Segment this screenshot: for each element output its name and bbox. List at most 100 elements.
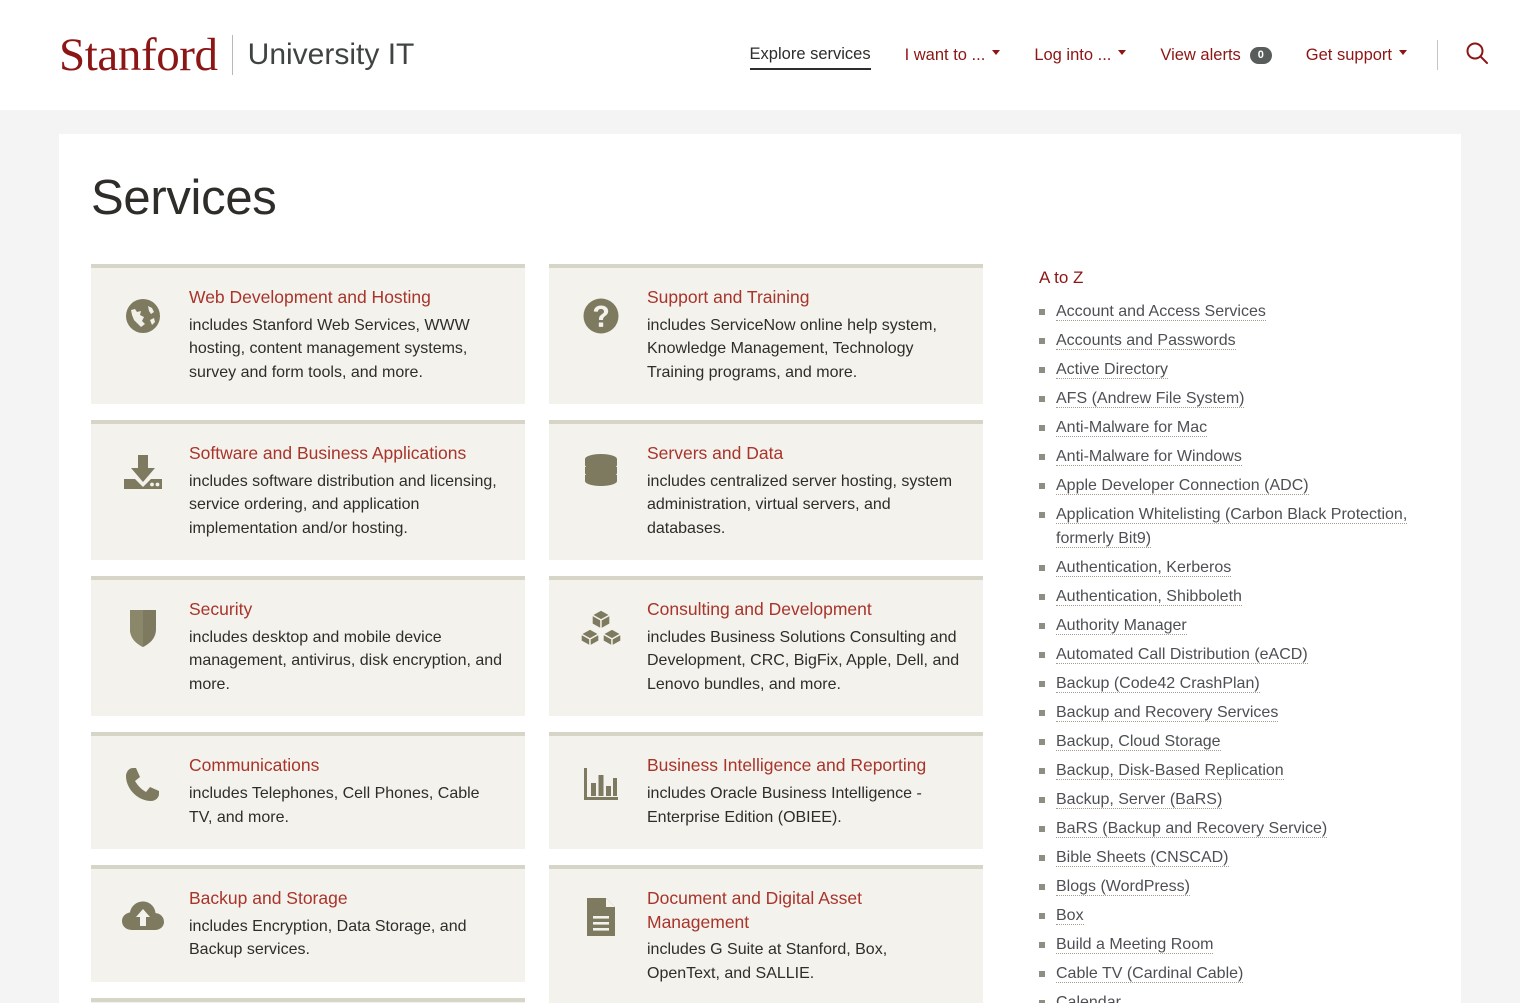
nav-item-i-want-to[interactable]: I want to ... (905, 42, 1001, 69)
service-card-document-and-digital-asset-management[interactable]: Document and Digital Asset Management in… (549, 865, 983, 1003)
page-title: Services (59, 172, 1461, 226)
a-to-z-link[interactable]: Backup, Disk-Based Replication (1056, 762, 1284, 780)
list-item: Application Whitelisting (Carbon Black P… (1039, 503, 1461, 551)
list-item: Backup, Server (BaRS) (1039, 788, 1461, 812)
service-card-title[interactable]: Document and Digital Asset Management (647, 887, 963, 934)
globe-icon (111, 286, 175, 338)
list-item: Active Directory (1039, 358, 1461, 382)
a-to-z-link[interactable]: AFS (Andrew File System) (1056, 390, 1244, 408)
a-to-z-link[interactable]: Active Directory (1056, 361, 1168, 379)
a-to-z-link[interactable]: Anti-Malware for Mac (1056, 419, 1207, 437)
cloud-upload-icon (111, 887, 175, 939)
service-card-business-intelligence-and-reporting[interactable]: Business Intelligence and Reporting incl… (549, 732, 983, 849)
question-circle-icon (569, 286, 633, 338)
list-item: Apple Developer Connection (ADC) (1039, 474, 1461, 498)
a-to-z-link[interactable]: Backup and Recovery Services (1056, 704, 1278, 722)
service-card-title[interactable]: Consulting and Development (647, 598, 963, 622)
a-to-z-link[interactable]: Authentication, Shibboleth (1056, 588, 1242, 606)
service-card-description: includes G Suite at Stanford, Box, OpenT… (647, 938, 963, 985)
service-card-description: includes Encryption, Data Storage, and B… (189, 915, 505, 962)
a-to-z-link[interactable]: Bible Sheets (CNSCAD) (1056, 849, 1229, 867)
list-item: Backup and Recovery Services (1039, 701, 1461, 725)
service-card-body: Business Intelligence and Reporting incl… (633, 754, 963, 829)
service-card-body: Security includes desktop and mobile dev… (175, 598, 505, 696)
a-to-z-link[interactable]: BaRS (Backup and Recovery Service) (1056, 820, 1327, 838)
list-item: Calendar (1039, 991, 1461, 1003)
nav-label: View alerts (1160, 46, 1240, 65)
alert-count-badge: 0 (1250, 47, 1272, 64)
a-to-z-link[interactable]: Cable TV (Cardinal Cable) (1056, 965, 1243, 983)
list-item: Authentication, Kerberos (1039, 556, 1461, 580)
chevron-down-icon (992, 50, 1000, 55)
service-card-web-development-and-hosting[interactable]: Web Development and Hosting includes Sta… (91, 264, 525, 404)
service-card-description: includes software distribution and licen… (189, 470, 505, 541)
site-header: Stanford University IT Explore services … (0, 0, 1520, 110)
nav-item-view-alerts[interactable]: View alerts 0 (1160, 42, 1271, 69)
service-card-support-and-training[interactable]: Support and Training includes ServiceNow… (549, 264, 983, 404)
list-item: Backup (Code42 CrashPlan) (1039, 672, 1461, 696)
service-card-backup-and-storage[interactable]: Backup and Storage includes Encryption, … (91, 865, 525, 982)
list-item: Accounts and Passwords (1039, 329, 1461, 353)
service-card-consulting-and-development[interactable]: Consulting and Development includes Busi… (549, 576, 983, 716)
database-icon (569, 442, 633, 494)
site-logo[interactable]: Stanford University IT (59, 26, 414, 84)
chevron-down-icon (1399, 50, 1407, 55)
service-card-title[interactable]: Backup and Storage (189, 887, 505, 911)
service-card-servers-and-data[interactable]: Servers and Data includes centralized se… (549, 420, 983, 560)
service-card-software-and-business-applications[interactable]: Software and Business Applications inclu… (91, 420, 525, 560)
nav-divider (1437, 40, 1438, 70)
list-item: Cable TV (Cardinal Cable) (1039, 962, 1461, 986)
nav-item-get-support[interactable]: Get support (1306, 42, 1407, 69)
a-to-z-link[interactable]: Account and Access Services (1056, 303, 1266, 321)
a-to-z-link[interactable]: Box (1056, 907, 1084, 925)
phone-icon (111, 754, 175, 806)
a-to-z-link[interactable]: Calendar (1056, 994, 1121, 1003)
a-to-z-link[interactable]: Anti-Malware for Windows (1056, 448, 1242, 466)
a-to-z-link[interactable]: Apple Developer Connection (ADC) (1056, 477, 1309, 495)
list-item: Build a Meeting Room (1039, 933, 1461, 957)
service-card-title[interactable]: Business Intelligence and Reporting (647, 754, 963, 778)
service-card-body: Document and Digital Asset Management in… (633, 887, 963, 985)
a-to-z-link[interactable]: Authentication, Kerberos (1056, 559, 1231, 577)
search-icon (1464, 40, 1490, 71)
a-to-z-list: Account and Access Services Accounts and … (1039, 300, 1461, 1003)
search-button[interactable] (1464, 40, 1490, 71)
nav-label: Explore services (750, 45, 871, 64)
nav-label: Log into ... (1034, 46, 1111, 65)
nav-label: Get support (1306, 46, 1392, 65)
service-card-body: Support and Training includes ServiceNow… (633, 286, 963, 384)
list-item: Authority Manager (1039, 614, 1461, 638)
list-item: Anti-Malware for Mac (1039, 416, 1461, 440)
page-wrapper: Services Web Development and Hosting (0, 110, 1520, 1003)
list-item: Account and Access Services (1039, 300, 1461, 324)
nav-item-explore-services[interactable]: Explore services (750, 41, 871, 70)
list-item: Bible Sheets (CNSCAD) (1039, 846, 1461, 870)
service-card-body: Servers and Data includes centralized se… (633, 442, 963, 540)
a-to-z-link[interactable]: Application Whitelisting (Carbon Black P… (1056, 506, 1407, 548)
a-to-z-link[interactable]: Backup, Cloud Storage (1056, 733, 1221, 751)
shield-icon (111, 598, 175, 650)
service-card-title[interactable]: Communications (189, 754, 505, 778)
brand-stanford-wordmark: Stanford (59, 32, 232, 79)
service-card-security[interactable]: Security includes desktop and mobile dev… (91, 576, 525, 716)
a-to-z-link[interactable]: Accounts and Passwords (1056, 332, 1236, 350)
a-to-z-link[interactable]: Build a Meeting Room (1056, 936, 1213, 954)
a-to-z-link[interactable]: Backup, Server (BaRS) (1056, 791, 1222, 809)
a-to-z-link[interactable]: Authority Manager (1056, 617, 1187, 635)
cubes-icon (569, 598, 633, 650)
service-card-title[interactable]: Security (189, 598, 505, 622)
brand-university-it: University IT (233, 40, 415, 70)
service-card-communications[interactable]: Communications includes Telephones, Cell… (91, 732, 525, 849)
service-card-body: Communications includes Telephones, Cell… (175, 754, 505, 829)
nav-item-log-into[interactable]: Log into ... (1034, 42, 1126, 69)
a-to-z-link[interactable]: Blogs (WordPress) (1056, 878, 1190, 896)
service-card-title[interactable]: Servers and Data (647, 442, 963, 466)
list-item: Blogs (WordPress) (1039, 875, 1461, 899)
service-card-title[interactable]: Software and Business Applications (189, 442, 505, 466)
service-card-title[interactable]: Web Development and Hosting (189, 286, 505, 310)
service-card-email-and-calendar[interactable]: Email and Calendar includes Stanford Ema… (91, 998, 525, 1003)
nav-label: I want to ... (905, 46, 986, 65)
service-card-title[interactable]: Support and Training (647, 286, 963, 310)
a-to-z-link[interactable]: Automated Call Distribution (eACD) (1056, 646, 1308, 664)
a-to-z-link[interactable]: Backup (Code42 CrashPlan) (1056, 675, 1260, 693)
